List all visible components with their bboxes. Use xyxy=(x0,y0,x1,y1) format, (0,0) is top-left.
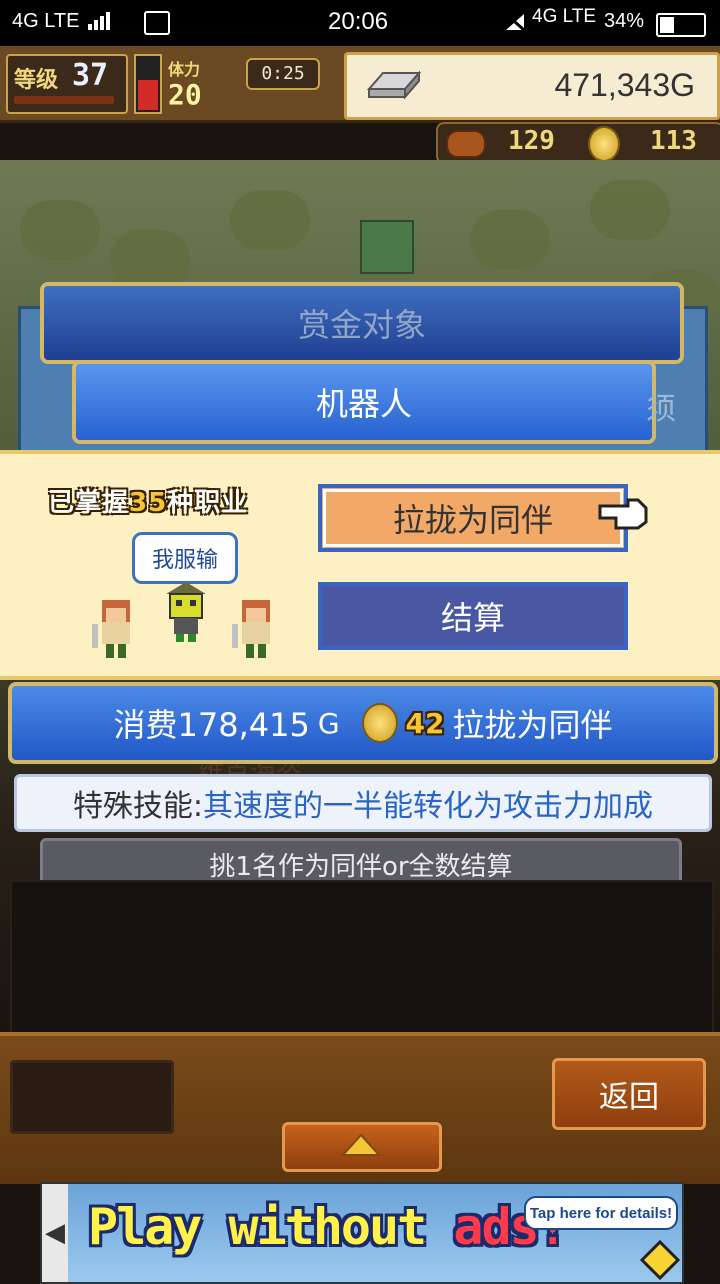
house-icon xyxy=(360,220,414,274)
medal-count: 129 xyxy=(508,126,555,156)
skill-label: 特殊技能: xyxy=(72,789,204,824)
cost-unit: G xyxy=(317,706,340,740)
stamina-gauge xyxy=(134,54,162,114)
robot-sprite xyxy=(166,582,206,642)
ad-details-link[interactable]: Tap here for details! xyxy=(524,1196,678,1230)
battery-percent: 34% xyxy=(604,10,645,32)
collapse-arrow-icon[interactable]: ◀ xyxy=(42,1184,68,1282)
level-value: 37 xyxy=(72,58,109,93)
speech-bubble: 我服输 xyxy=(132,532,238,584)
network-label-left: 4G LTE xyxy=(12,10,80,32)
level-label: 等级 xyxy=(14,68,59,93)
coin-cost: 42 xyxy=(405,706,445,740)
ad-banner[interactable]: ◀ Play without ads! Tap here for details… xyxy=(40,1182,684,1284)
game-header: 等级 37 体力 20 0:25 471,343G xyxy=(0,46,720,123)
network-label-right: 4G LTE xyxy=(532,6,597,27)
stamina-box: 体力 20 0:25 xyxy=(164,54,322,111)
coin-icon xyxy=(588,126,620,162)
bounty-target-name: 机器人 xyxy=(72,360,656,444)
gold-value: 471,343G xyxy=(554,67,695,103)
stamina-value: 20 xyxy=(168,78,202,111)
xp-bar xyxy=(14,96,114,104)
gold-box[interactable]: 471,343G xyxy=(344,52,720,120)
silver-ingot-icon xyxy=(366,70,422,99)
coin-icon xyxy=(361,703,398,743)
mastered-jobs: 已掌握35种职业 xyxy=(48,488,249,518)
medal-icon xyxy=(446,130,486,158)
battery-icon xyxy=(656,13,706,37)
bounty-title: 赏金对象 xyxy=(40,282,684,364)
recruit-cost-button[interactable]: 消费178,415 G 42 拉拢为同伴 xyxy=(8,682,718,764)
no-signal-icon xyxy=(504,12,526,32)
pointing-hand-icon xyxy=(598,498,648,530)
expand-menu-button[interactable] xyxy=(282,1122,442,1172)
clock: 20:06 xyxy=(328,8,389,35)
signal-icon xyxy=(88,12,112,34)
bottom-menu: 返回 xyxy=(0,1032,720,1184)
ad-logo-icon xyxy=(640,1240,680,1280)
recruit-button[interactable]: 拉拢为同伴 xyxy=(318,484,628,552)
cost-action: 拉拢为同伴 xyxy=(452,706,613,744)
stamina-timer: 0:25 xyxy=(246,58,320,90)
status-bar: 4G LTE 20:06 4G LTE 34% xyxy=(0,0,720,46)
side-text: 须 xyxy=(646,392,676,427)
special-skill-bar: 特殊技能: 其速度的一半能转化为攻击力加成 xyxy=(14,774,712,832)
resource-row: 129 113 xyxy=(436,122,720,164)
menu-slot xyxy=(10,1060,174,1134)
screenshot-icon xyxy=(144,11,170,35)
recruit-panel: 已掌握35种职业 我服输 拉拢为同伴 结算 xyxy=(0,450,720,680)
stamina-label: 体力 xyxy=(168,60,201,79)
list-area xyxy=(10,880,714,1034)
up-arrow-icon xyxy=(341,1133,381,1156)
mastered-count: 35 xyxy=(129,488,168,518)
back-button[interactable]: 返回 xyxy=(552,1058,706,1130)
warrior-right-sprite xyxy=(232,600,270,658)
ad-headline: Play without ads! xyxy=(88,1198,568,1256)
warrior-left-sprite xyxy=(92,600,130,658)
level-box: 等级 37 xyxy=(6,54,128,114)
settle-button[interactable]: 结算 xyxy=(318,582,628,650)
coin-count: 113 xyxy=(650,126,697,156)
skill-description: 其速度的一半能转化为攻击力加成 xyxy=(203,789,654,824)
cost-amount: 消费178,415 xyxy=(113,706,310,744)
